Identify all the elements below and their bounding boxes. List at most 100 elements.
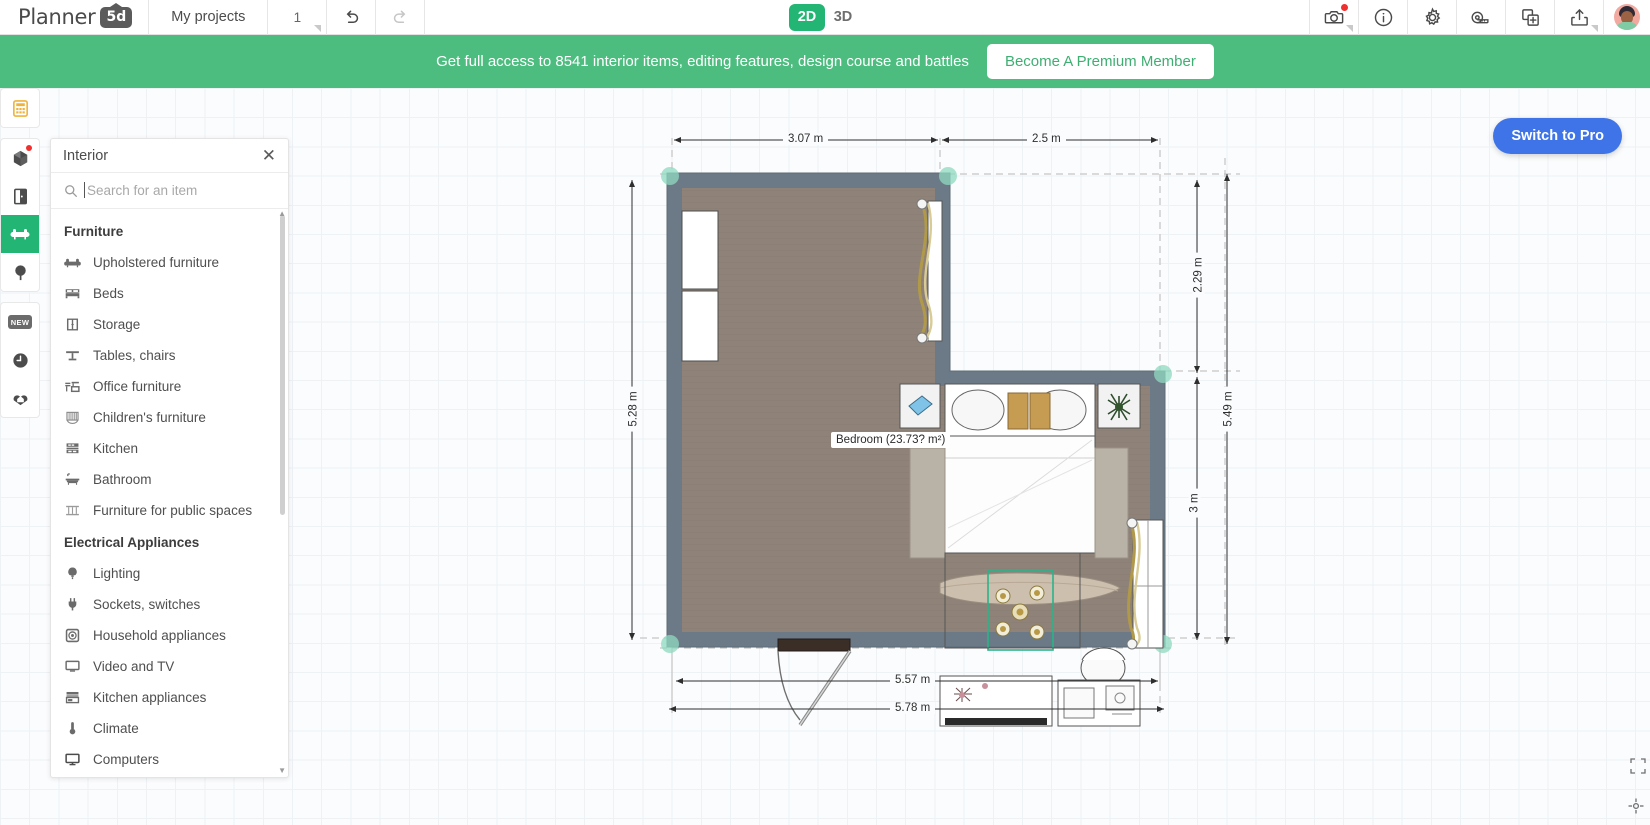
kitchen-cabinet-icon	[64, 440, 81, 457]
info-button[interactable]	[1359, 0, 1407, 35]
category-label: Furniture for public spaces	[93, 503, 253, 518]
category-label: Climate	[93, 721, 139, 736]
category-lighting[interactable]: Lighting	[51, 558, 288, 589]
rail-item-exterior[interactable]	[1, 253, 39, 291]
close-icon[interactable]: ✕	[262, 147, 276, 164]
panel-title: Interior	[63, 147, 109, 164]
recenter-icon[interactable]	[1628, 798, 1644, 819]
new-badge-icon: NEW	[7, 315, 33, 329]
panel-scrollbar[interactable]	[280, 215, 285, 515]
category-label: Kitchen	[93, 441, 139, 456]
avatar	[1614, 4, 1640, 30]
category-office-furniture[interactable]: Office furniture	[51, 371, 288, 402]
category-household-appliances[interactable]: Household appliances	[51, 620, 288, 651]
tab-3d[interactable]: 3D	[825, 4, 861, 31]
category-label: Children's furniture	[93, 410, 206, 425]
search-row[interactable]: Search for an item	[51, 173, 288, 209]
group-heading-furniture: Furniture	[64, 224, 124, 239]
tab-2d[interactable]: 2D	[789, 3, 825, 31]
category-video-and-tv[interactable]: Video and TV	[51, 651, 288, 682]
clock-icon	[12, 352, 28, 368]
notification-dot	[1341, 3, 1348, 11]
avatar-body	[1616, 22, 1638, 30]
rail-group-extras: NEW	[0, 302, 40, 418]
plug-icon	[64, 596, 81, 613]
measure-tape-icon	[1471, 11, 1489, 23]
dim-right-lower-span: 3 m	[1188, 488, 1201, 518]
washing-machine-icon	[64, 627, 81, 644]
home-heart-icon	[13, 394, 27, 405]
category-bathroom[interactable]: Bathroom	[51, 464, 288, 495]
add-layer-icon	[1521, 8, 1539, 26]
scroll-down-icon[interactable]: ▼	[278, 766, 286, 775]
dim-bottom-inner-span: 5.57 m	[890, 674, 936, 686]
dim-right-upper-span: 2.29 m	[1192, 252, 1205, 298]
category-sockets-switches[interactable]: Sockets, switches	[51, 589, 288, 620]
rail-item-calculator[interactable]	[1, 89, 39, 127]
category-upholstered-furniture[interactable]: Upholstered furniture	[51, 247, 288, 278]
category-computers[interactable]: Computers	[51, 744, 288, 775]
switch-to-pro-button[interactable]: Switch to Pro	[1493, 118, 1622, 154]
logo-text: Planner	[18, 5, 96, 29]
bed-icon	[64, 285, 81, 302]
tool-rail: NEW	[0, 88, 40, 428]
category-label: Video and TV	[93, 659, 175, 674]
rail-item-interior[interactable]	[1, 215, 39, 253]
my-projects-button[interactable]: My projects	[149, 0, 267, 35]
become-premium-member-button[interactable]: Become A Premium Member	[986, 44, 1214, 79]
category-kitchen-appliances[interactable]: Kitchen appliances	[51, 682, 288, 713]
category-kitchen[interactable]: Kitchen	[51, 433, 288, 464]
rail-item-doors-windows[interactable]	[1, 177, 39, 215]
category-label: Upholstered furniture	[93, 255, 220, 270]
search-input[interactable]: Search for an item	[83, 182, 197, 198]
rail-item-new[interactable]: NEW	[1, 303, 39, 341]
rail-group-build	[0, 138, 40, 292]
crib-icon	[64, 409, 81, 426]
sofa-icon	[64, 254, 81, 271]
category-furniture-public-spaces[interactable]: Furniture for public spaces	[51, 495, 288, 526]
redo-icon	[393, 10, 406, 23]
interior-panel: Interior ✕ Search for an item ▲ ▼ Furnit…	[50, 138, 289, 778]
category-label: Bathroom	[93, 472, 152, 487]
rail-item-construct[interactable]	[1, 139, 39, 177]
category-label: Office furniture	[93, 379, 182, 394]
category-climate[interactable]: Climate	[51, 713, 288, 744]
undo-icon	[346, 10, 359, 23]
category-storage[interactable]: Storage	[51, 309, 288, 340]
cube-3d-icon	[13, 150, 27, 166]
app-logo[interactable]: Planner 5d	[0, 0, 148, 35]
door-icon	[13, 188, 27, 204]
room-label: Bedroom (23.73? m²)	[831, 432, 951, 448]
share-button[interactable]	[1555, 0, 1603, 35]
desk-icon	[64, 378, 81, 395]
category-tables-chairs[interactable]: Tables, chairs	[51, 340, 288, 371]
measure-button[interactable]	[1457, 0, 1505, 35]
snapshot-button[interactable]	[1310, 0, 1358, 35]
scroll-up-icon[interactable]: ▲	[278, 209, 286, 218]
rail-item-favorites[interactable]	[1, 379, 39, 417]
category-list[interactable]: ▲ ▼ Furniture Upholstered furniture Beds	[51, 209, 288, 777]
rail-item-history[interactable]	[1, 341, 39, 379]
undo-button[interactable]	[327, 0, 375, 35]
user-account-button[interactable]	[1604, 4, 1650, 30]
settings-button[interactable]	[1408, 0, 1456, 35]
tv-icon	[64, 658, 81, 675]
rail-group-calculator	[0, 88, 40, 128]
share-icon	[1570, 8, 1588, 26]
group-heading-electrical-appliances: Electrical Appliances	[64, 535, 200, 550]
bathtub-icon	[64, 471, 81, 488]
search-icon	[65, 184, 78, 197]
calculator-icon	[12, 99, 28, 117]
category-beds[interactable]: Beds	[51, 278, 288, 309]
dim-top-left-span: 3.07 m	[783, 133, 829, 145]
category-label: Kitchen appliances	[93, 690, 207, 705]
category-childrens-furniture[interactable]: Children's furniture	[51, 402, 288, 433]
category-label: Sockets, switches	[93, 597, 201, 612]
category-label: Beds	[93, 286, 124, 301]
oven-icon	[64, 689, 81, 706]
fullscreen-icon[interactable]	[1630, 758, 1646, 779]
add-level-button[interactable]	[1506, 0, 1554, 35]
redo-button[interactable]	[376, 0, 424, 35]
gear-icon	[1424, 6, 1440, 25]
page-number-selector[interactable]: 1	[268, 0, 326, 35]
